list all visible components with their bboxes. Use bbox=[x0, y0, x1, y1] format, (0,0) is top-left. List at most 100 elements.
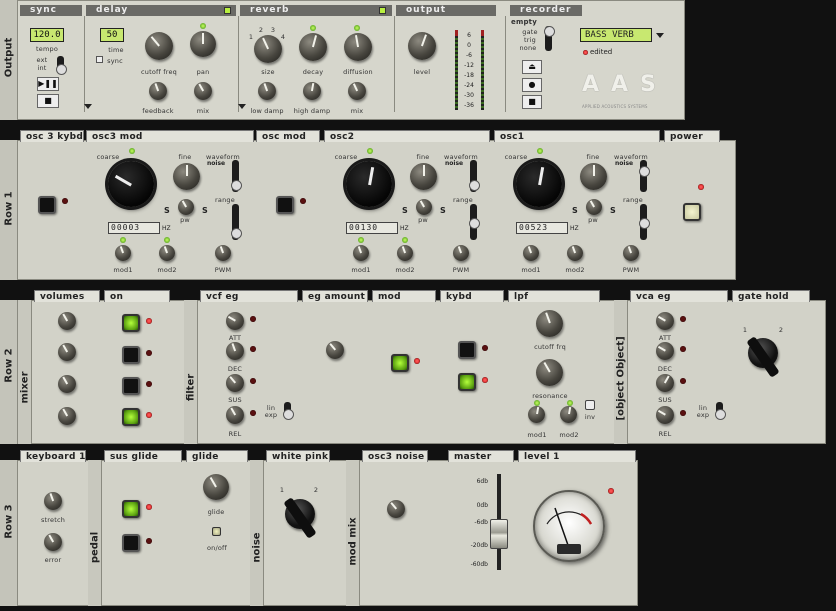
eject-button[interactable]: ⏏ bbox=[522, 60, 542, 74]
tab-vcf-eg[interactable]: vcf eg bbox=[200, 290, 298, 302]
osc1-pwm-knob[interactable] bbox=[623, 245, 639, 261]
preset-dropdown-arrow[interactable] bbox=[656, 33, 664, 38]
tab-glide[interactable]: glide bbox=[186, 450, 248, 462]
osc3-pwm-knob[interactable] bbox=[215, 245, 231, 261]
osc2-pw-knob[interactable] bbox=[416, 199, 432, 215]
reverb-expand-arrow[interactable] bbox=[238, 104, 246, 109]
tab-white-pink[interactable]: white pink bbox=[266, 450, 330, 462]
tab-osc1[interactable]: osc1 bbox=[494, 130, 660, 142]
osc2-mod2-knob[interactable] bbox=[397, 245, 413, 261]
delay-time-display[interactable]: 50 bbox=[100, 28, 124, 42]
recorder-mode-switch[interactable] bbox=[544, 26, 555, 51]
osc2-coarse-knob[interactable] bbox=[346, 161, 392, 207]
osc1-pw-knob[interactable] bbox=[586, 199, 602, 215]
tab-eg-amount[interactable]: eg amount bbox=[302, 290, 368, 302]
osc2-range-switch[interactable] bbox=[469, 204, 480, 240]
feedback-knob[interactable] bbox=[149, 82, 167, 100]
osc2-on-button[interactable] bbox=[122, 346, 140, 364]
osc1-coarse-knob[interactable] bbox=[516, 161, 562, 207]
osc3-mod2-knob[interactable] bbox=[159, 245, 175, 261]
osc-mod-button[interactable] bbox=[276, 196, 294, 214]
tab-on[interactable]: on bbox=[104, 290, 170, 302]
volume-knob-1[interactable] bbox=[58, 312, 76, 330]
error-knob[interactable] bbox=[44, 533, 62, 551]
high-damp-knob[interactable] bbox=[303, 82, 321, 100]
osc2-fine-knob[interactable] bbox=[410, 163, 437, 190]
osc2-waveform-switch[interactable] bbox=[469, 160, 480, 192]
delay-enable-led[interactable] bbox=[224, 7, 231, 14]
low-damp-knob[interactable] bbox=[258, 82, 276, 100]
lpf-mod1-knob[interactable] bbox=[528, 406, 545, 423]
delay-expand-arrow[interactable] bbox=[84, 104, 92, 109]
tab-osc3-mod[interactable]: osc3 mod bbox=[86, 130, 254, 142]
osc1-waveform-switch[interactable] bbox=[639, 160, 650, 192]
ext-int-switch[interactable] bbox=[56, 56, 67, 75]
stretch-knob[interactable] bbox=[44, 492, 62, 510]
glide-knob[interactable] bbox=[203, 474, 229, 500]
tab-osc3-kybd[interactable]: osc 3 kybd bbox=[20, 130, 84, 142]
osc3-on-button[interactable] bbox=[122, 377, 140, 395]
osc1-mod1-knob[interactable] bbox=[523, 245, 539, 261]
volume-knob-4[interactable] bbox=[58, 407, 76, 425]
osc1-on-button[interactable] bbox=[122, 314, 140, 332]
vca-dec-knob[interactable] bbox=[656, 342, 674, 360]
sus-glide-button-1[interactable] bbox=[122, 500, 140, 518]
vcf-att-knob[interactable] bbox=[226, 312, 244, 330]
sync-stop-button[interactable]: ■ bbox=[37, 94, 59, 108]
tab-power[interactable]: power bbox=[664, 130, 720, 142]
mod-button[interactable] bbox=[391, 354, 409, 372]
lpf-resonance-knob[interactable] bbox=[536, 359, 563, 386]
osc3-pw-knob[interactable] bbox=[178, 199, 194, 215]
glide-on-off-button[interactable] bbox=[212, 527, 221, 536]
tab-kybd[interactable]: kybd bbox=[440, 290, 504, 302]
sus-glide-button-2[interactable] bbox=[122, 534, 140, 552]
tab-vca-eg[interactable]: vca eg bbox=[630, 290, 728, 302]
output-level-knob[interactable] bbox=[408, 32, 436, 60]
tab-volumes[interactable]: volumes bbox=[34, 290, 100, 302]
recorder-stop-button[interactable]: ■ bbox=[522, 95, 542, 109]
delay-sync-checkbox[interactable] bbox=[96, 56, 103, 63]
kybd-button-2[interactable] bbox=[458, 373, 476, 391]
tab-osc2[interactable]: osc2 bbox=[324, 130, 490, 142]
tab-level-1[interactable]: level 1 bbox=[518, 450, 636, 462]
tab-osc-mod[interactable]: osc mod bbox=[256, 130, 320, 142]
osc3-kybd-button[interactable] bbox=[38, 196, 56, 214]
osc1-mod2-knob[interactable] bbox=[567, 245, 583, 261]
vcf-lin-exp-switch[interactable] bbox=[283, 402, 294, 420]
osc3-fine-knob[interactable] bbox=[173, 163, 200, 190]
vcf-dec-knob[interactable] bbox=[226, 342, 244, 360]
tab-master[interactable]: master bbox=[448, 450, 514, 462]
tab-lpf[interactable]: lpf bbox=[508, 290, 600, 302]
vca-lin-exp-switch[interactable] bbox=[715, 402, 726, 420]
lpf-inv-checkbox[interactable] bbox=[585, 400, 595, 410]
cutoff-freq-knob[interactable] bbox=[145, 32, 173, 60]
kybd-button-1[interactable] bbox=[458, 341, 476, 359]
tempo-display[interactable]: 120.0 bbox=[30, 28, 64, 42]
pan-knob[interactable] bbox=[190, 31, 216, 57]
reverb-diffusion-knob[interactable] bbox=[344, 33, 372, 61]
reverb-size-knob[interactable] bbox=[254, 35, 282, 63]
delay-mix-knob[interactable] bbox=[194, 82, 212, 100]
osc2-pwm-knob[interactable] bbox=[453, 245, 469, 261]
vcf-rel-knob[interactable] bbox=[226, 406, 244, 424]
vca-sus-knob[interactable] bbox=[656, 374, 674, 392]
osc3-coarse-knob[interactable] bbox=[108, 161, 154, 207]
volume-knob-2[interactable] bbox=[58, 343, 76, 361]
master-fader-handle[interactable] bbox=[490, 519, 508, 550]
noise-on-button[interactable] bbox=[122, 408, 140, 426]
osc3-noise-knob[interactable] bbox=[387, 500, 405, 518]
vca-att-knob[interactable] bbox=[656, 312, 674, 330]
lpf-mod2-knob[interactable] bbox=[560, 406, 577, 423]
tab-mod[interactable]: mod bbox=[372, 290, 436, 302]
osc1-fine-knob[interactable] bbox=[580, 163, 607, 190]
vca-rel-knob[interactable] bbox=[656, 406, 674, 424]
osc3-mod1-knob[interactable] bbox=[115, 245, 131, 261]
reverb-decay-knob[interactable] bbox=[299, 33, 327, 61]
osc3-range-switch[interactable] bbox=[231, 204, 242, 240]
volume-knob-3[interactable] bbox=[58, 375, 76, 393]
reverb-mix-knob[interactable] bbox=[348, 82, 366, 100]
power-button[interactable] bbox=[683, 203, 701, 221]
vcf-sus-knob[interactable] bbox=[226, 374, 244, 392]
tab-keyboard-1[interactable]: keyboard 1 bbox=[20, 450, 86, 462]
osc1-range-switch[interactable] bbox=[639, 204, 650, 240]
